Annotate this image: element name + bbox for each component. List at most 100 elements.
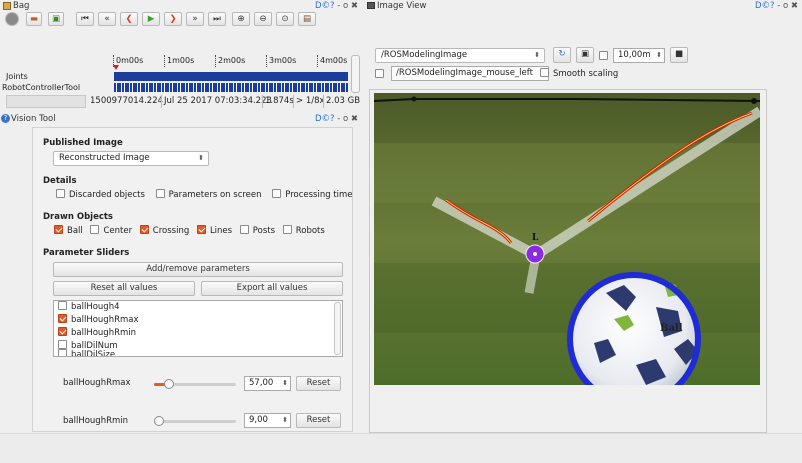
checkbox-parameters[interactable]: Parameters on screen — [155, 189, 262, 200]
zoom-in-icon[interactable]: ⊕ — [232, 12, 250, 26]
checkbox-box[interactable] — [239, 225, 249, 234]
checkbox-box[interactable] — [58, 349, 67, 356]
ballhoughrmin-spinbox[interactable]: 9,00 ⬍ — [244, 413, 291, 428]
slider-handle[interactable] — [154, 416, 164, 426]
rewind-icon[interactable]: « — [98, 12, 116, 26]
checkbox-processing[interactable]: Processing time — [272, 189, 353, 200]
playhead-marker[interactable] — [113, 65, 119, 70]
record-icon[interactable] — [5, 12, 19, 26]
checkbox-box[interactable] — [196, 225, 206, 234]
checkbox-robots[interactable]: Robots — [282, 225, 325, 236]
tick-label: 2m00s — [215, 55, 245, 67]
robotcontroller-track — [114, 83, 348, 92]
drawn-objects-heading: Drawn Objects — [43, 212, 113, 222]
image-view-titlebar: Image View D©? - o ✖ — [365, 0, 802, 12]
checkbox-label: Lines — [209, 226, 233, 236]
topic-value: /ROSModelingImage — [381, 50, 468, 60]
checkbox-box[interactable] — [90, 225, 100, 234]
ballhoughrmax-spinbox[interactable]: 57,00 ⬍ — [244, 376, 291, 391]
checkbox-ball[interactable]: Ball — [54, 225, 83, 236]
checkbox-box[interactable] — [139, 225, 149, 234]
smooth-scaling-checkbox[interactable]: Smooth scaling — [540, 68, 618, 79]
refresh-topics-button[interactable]: ↻ — [553, 47, 571, 63]
vision-title: Vision Tool — [11, 114, 56, 124]
timeline-area[interactable]: 0m00s 1m00s 2m00s 3m00s 4m00s Joints Rob… — [0, 55, 360, 93]
topic-select[interactable]: /ROSModelingImage ⬍ — [375, 48, 545, 63]
save-image-button[interactable]: ▣ — [576, 47, 594, 63]
bag-status-row: 1500977014.224 Jul 25 2017 07:03:34.223 … — [0, 95, 362, 108]
distance-spinbox[interactable]: 10,00m ⬍ — [613, 48, 665, 63]
thumbnail-icon[interactable]: ▤ — [298, 12, 316, 26]
checkbox-box[interactable] — [375, 69, 384, 78]
list-item[interactable]: ballDilSize — [54, 349, 342, 356]
reset-all-values-button[interactable]: Reset all values — [53, 281, 195, 296]
checkbox-crossing[interactable]: Crossing — [139, 225, 189, 236]
open-bag-icon[interactable]: ▬ — [26, 12, 42, 26]
list-item[interactable]: ballHoughRmin — [54, 327, 342, 340]
joints-track — [114, 72, 348, 81]
go-to-start-icon[interactable]: ⏮ — [76, 12, 94, 26]
checkbox-label: Smooth scaling — [553, 69, 619, 79]
tick-label: 4m00s — [317, 55, 347, 67]
parameter-sliders-heading: Parameter Sliders — [43, 248, 130, 258]
go-to-end-icon[interactable]: ⏭ — [208, 12, 226, 26]
ballhoughrmin-reset-button[interactable]: Reset — [296, 413, 341, 428]
topic-label: RobotControllerTool — [2, 83, 81, 92]
rotate-button[interactable]: ■ — [670, 47, 688, 63]
zoom-out-icon[interactable]: ⊖ — [254, 12, 272, 26]
checkbox-box[interactable] — [599, 51, 608, 60]
zoom-fit-icon[interactable]: ⊙ — [276, 12, 294, 26]
details-row: Discarded objects Parameters on screen P… — [56, 189, 356, 200]
published-image-heading: Published Image — [43, 138, 123, 148]
parameter-list[interactable]: ballHough4 ballHoughRmax ballHoughRmin b… — [53, 300, 343, 357]
list-item[interactable]: ballHoughRmax — [54, 314, 342, 327]
checkbox-box[interactable] — [58, 327, 67, 336]
play-icon[interactable]: ▶ — [142, 12, 160, 26]
checkbox-box[interactable] — [58, 314, 67, 323]
export-all-values-button[interactable]: Export all values — [201, 281, 343, 296]
ballhoughrmax-reset-button[interactable]: Reset — [296, 376, 341, 391]
checkbox-center[interactable]: Center — [90, 225, 132, 236]
checkbox-box[interactable] — [54, 225, 63, 234]
checkbox-box[interactable] — [282, 225, 292, 234]
progress-field — [6, 95, 86, 108]
checkbox-box[interactable] — [58, 301, 67, 310]
timestamp-value: 1500977014.224 — [90, 96, 164, 106]
ballhoughrmin-slider[interactable] — [154, 416, 236, 426]
vision-titlebar: ? Vision Tool D©? - o ✖ — [0, 113, 362, 125]
spin-arrows-icon[interactable]: ⬍ — [656, 49, 662, 62]
bag-window-controls[interactable]: D©? - o ✖ — [315, 0, 358, 12]
checkbox-discarded[interactable]: Discarded objects — [56, 189, 145, 200]
checkbox-box[interactable] — [540, 68, 549, 77]
ballhoughrmax-slider[interactable] — [154, 379, 236, 389]
camera-image[interactable]: L Ball — [374, 93, 760, 385]
spin-arrows-icon[interactable]: ⬍ — [282, 377, 288, 390]
step-forward-icon[interactable]: ❯ — [164, 12, 182, 26]
spinbox-value: 9,00 — [249, 415, 268, 425]
list-scrollbar[interactable] — [334, 302, 341, 355]
mouse-topic-input[interactable]: /ROSModelingImage_mouse_left — [391, 66, 549, 81]
published-image-select[interactable]: Reconstructed Image ⬍ — [53, 151, 209, 166]
add-remove-parameters-button[interactable]: Add/remove parameters — [53, 262, 343, 277]
checkbox-lines[interactable]: Lines — [196, 225, 233, 236]
vision-window-controls[interactable]: D©? - o ✖ — [315, 113, 358, 125]
step-back-icon[interactable]: ❮ — [120, 12, 138, 26]
checkbox-box[interactable] — [155, 189, 165, 198]
list-item[interactable]: ballHough4 — [54, 301, 342, 314]
timeline-ruler: 0m00s 1m00s 2m00s 3m00s 4m00s — [113, 55, 348, 67]
fast-forward-icon[interactable]: » — [186, 12, 204, 26]
image-view-window-controls[interactable]: D©? - o ✖ — [755, 0, 798, 12]
list-item-label: ballHoughRmax — [71, 315, 139, 325]
spin-arrows-icon[interactable]: ⬍ — [282, 414, 288, 427]
checkbox-box[interactable] — [272, 189, 282, 198]
checkbox-posts[interactable]: Posts — [239, 225, 275, 236]
bag-panel: Bag D©? - o ✖ ▬ ▣ ⏮ « ❮ ▶ ❯ » ⏭ ⊕ ⊖ ⊙ ▤ … — [0, 0, 362, 108]
slider-handle[interactable] — [164, 379, 174, 389]
checkbox-box[interactable] — [56, 189, 65, 198]
checkbox-label: Parameters on screen — [168, 190, 262, 200]
checkbox-box[interactable] — [58, 340, 67, 349]
grass-stripe — [374, 263, 760, 333]
list-item-label: ballHough4 — [71, 302, 120, 312]
save-bag-icon[interactable]: ▣ — [48, 12, 64, 26]
timeline-scrollbar[interactable] — [351, 55, 360, 93]
